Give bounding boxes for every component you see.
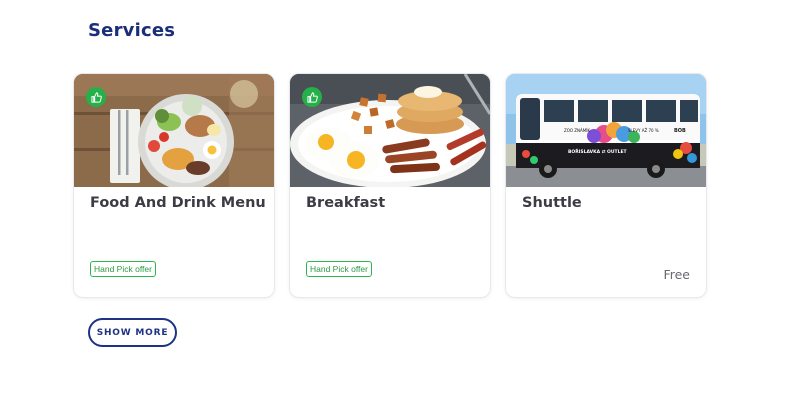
service-card-title: Breakfast: [306, 195, 386, 211]
recommended-thumbs-up-icon: [86, 87, 106, 107]
hand-pick-offer-tag: Hand Pick offer: [90, 261, 156, 277]
hand-pick-offer-tag: Hand Pick offer: [306, 261, 372, 277]
breakfast-plate-image: [290, 74, 490, 187]
recommended-thumbs-up-icon: [302, 87, 322, 107]
service-card-title: Shuttle: [522, 195, 582, 211]
services-cards: Food And Drink Menu Hand Pick offer Brea…: [73, 73, 707, 298]
bus-livery-text: BOŘISLAVKA ⇄ OUTLET: [568, 148, 628, 155]
service-card-title: Food And Drink Menu: [90, 195, 266, 211]
service-price: Free: [663, 267, 690, 282]
section-title: Services: [88, 20, 176, 41]
bus-livery-text: BOB: [674, 128, 686, 134]
bus-livery-text: SLEVY AŽ 70 %: [628, 128, 659, 133]
salad-plate-image: [74, 74, 274, 187]
service-card-shuttle[interactable]: ZOO ZNÁMÍK SLEVY AŽ 70 % BOŘISLAVKA ⇄ OU…: [505, 73, 707, 298]
bus-livery-text: ZOO ZNÁMÍK: [564, 128, 590, 133]
service-card-food-drink[interactable]: Food And Drink Menu Hand Pick offer: [73, 73, 275, 298]
shuttle-bus-image: ZOO ZNÁMÍK SLEVY AŽ 70 % BOŘISLAVKA ⇄ OU…: [506, 74, 706, 187]
service-card-breakfast[interactable]: Breakfast Hand Pick offer: [289, 73, 491, 298]
show-more-button[interactable]: SHOW MORE: [88, 318, 177, 347]
